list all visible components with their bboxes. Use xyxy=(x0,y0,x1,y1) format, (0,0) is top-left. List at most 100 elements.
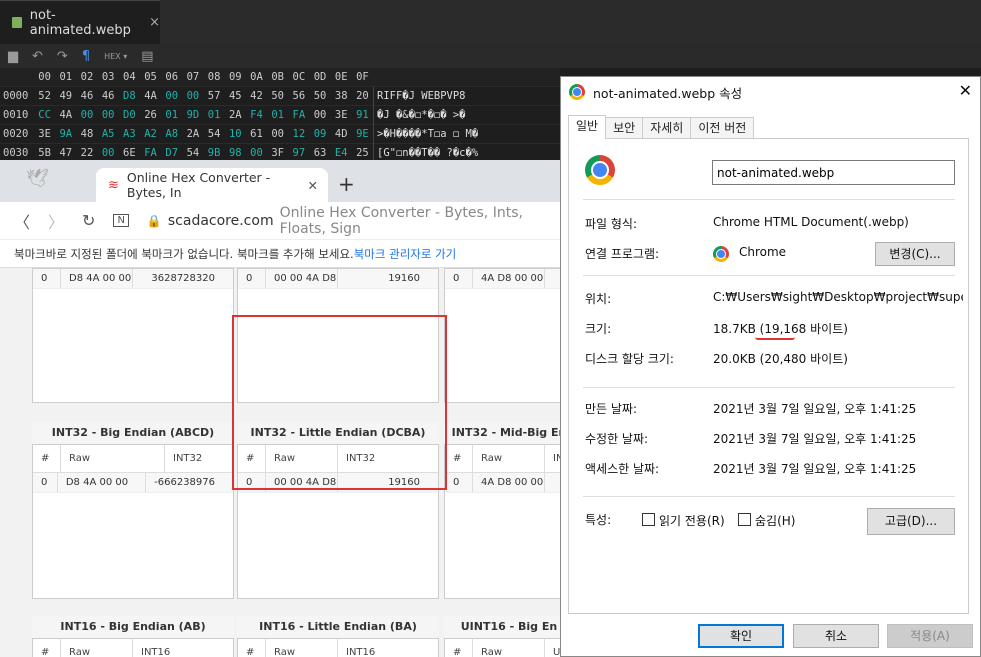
url-field[interactable]: 🔒 scadacore.com Online Hex Converter - B… xyxy=(147,205,560,237)
hex-byte[interactable]: 54 xyxy=(204,128,225,140)
hex-byte[interactable]: 56 xyxy=(288,90,309,102)
hex-byte[interactable]: 42 xyxy=(246,90,267,102)
cancel-button[interactable]: 취소 xyxy=(793,624,879,648)
hex-byte[interactable]: 50 xyxy=(309,90,330,102)
hex-byte[interactable]: 3E xyxy=(331,109,352,121)
hex-byte[interactable]: 5B xyxy=(34,147,55,159)
advanced-button[interactable]: 고급(D)... xyxy=(867,508,955,535)
hex-byte[interactable]: 12 xyxy=(288,128,309,140)
hex-row[interactable]: 0000 52 49 46 46 D8 4A 00 00 57 45 42 50 56 50 38 20 RIFF… xyxy=(0,86,560,106)
hex-byte[interactable]: 46 xyxy=(76,90,97,102)
ok-button[interactable]: 확인 xyxy=(698,624,784,648)
hex-byte[interactable]: 10 xyxy=(225,128,246,140)
hex-byte[interactable]: 01 xyxy=(161,109,182,121)
hex-byte[interactable]: 01 xyxy=(267,109,288,121)
hex-byte[interactable]: A8 xyxy=(161,128,182,140)
hex-byte[interactable]: A2 xyxy=(140,128,161,140)
hex-byte[interactable]: 91 xyxy=(352,109,373,121)
hidden-label[interactable]: 숨김(H) xyxy=(755,512,795,529)
hex-grid[interactable]: 00 01 02 03 04 05 06 07 08 09 0A 0B 0C 0D 0E 0F 0000 52 4… xyxy=(0,68,560,163)
tab-security[interactable]: 보안 xyxy=(605,117,644,139)
hex-byte[interactable]: 25 xyxy=(352,147,373,159)
save-icon[interactable]: ▆ xyxy=(8,49,18,64)
hex-byte[interactable]: D8 xyxy=(119,90,140,102)
hex-byte[interactable]: 6E xyxy=(119,147,140,159)
dialog-close-icon[interactable]: ✕ xyxy=(959,81,972,100)
hex-byte[interactable]: 00 xyxy=(267,128,288,140)
hex-byte[interactable]: 52 xyxy=(34,90,55,102)
editor-tab-close-icon[interactable]: × xyxy=(149,15,160,30)
hex-byte[interactable]: 01 xyxy=(204,109,225,121)
hex-byte[interactable]: 4A xyxy=(140,90,161,102)
hex-byte[interactable]: 98 xyxy=(225,147,246,159)
hex-byte[interactable]: 50 xyxy=(267,90,288,102)
hex-mode-dropdown[interactable]: HEX ▾ xyxy=(104,52,127,61)
notion-extension-icon[interactable]: N xyxy=(113,214,129,227)
new-tab-button[interactable]: + xyxy=(338,172,355,196)
hex-byte[interactable]: CC xyxy=(34,109,55,121)
hex-byte[interactable]: 4A xyxy=(55,109,76,121)
hex-byte[interactable]: 9D xyxy=(182,109,203,121)
redo-icon[interactable]: ↷ xyxy=(57,49,68,64)
hex-byte[interactable]: 54 xyxy=(182,147,203,159)
editor-tab[interactable]: not-animated.webp × xyxy=(0,0,160,44)
hex-byte[interactable]: 22 xyxy=(76,147,97,159)
hex-byte[interactable]: 9E xyxy=(352,128,373,140)
hex-byte[interactable]: FA xyxy=(140,147,161,159)
hex-byte[interactable]: 00 xyxy=(182,90,203,102)
hex-byte[interactable]: 3E xyxy=(34,128,55,140)
pilcrow-icon[interactable]: ¶ xyxy=(82,49,90,64)
hex-byte[interactable]: 00 xyxy=(98,109,119,121)
bookmark-manager-link[interactable]: 북마크 관리자로 가기 xyxy=(354,246,457,262)
undo-icon[interactable]: ↶ xyxy=(32,49,43,64)
hex-byte[interactable]: 00 xyxy=(246,147,267,159)
hex-byte[interactable]: E4 xyxy=(331,147,352,159)
hex-row[interactable]: 0020 3E 9A 48 A5 A3 A2 A8 2A 54 10 61 00 12 09 4D 9E >�H�… xyxy=(0,124,560,144)
hex-byte[interactable]: 09 xyxy=(309,128,330,140)
hidden-checkbox[interactable] xyxy=(738,513,751,526)
twitter-icon[interactable]: 🕊 xyxy=(26,168,49,189)
hex-byte[interactable]: A3 xyxy=(119,128,140,140)
columns-icon[interactable]: ▤ xyxy=(141,49,153,64)
hex-byte[interactable]: 47 xyxy=(55,147,76,159)
hex-byte[interactable]: 9B xyxy=(204,147,225,159)
change-button[interactable]: 변경(C)... xyxy=(875,242,955,266)
hex-byte[interactable]: 00 xyxy=(161,90,182,102)
hex-byte[interactable]: 45 xyxy=(225,90,246,102)
hex-byte[interactable]: 3F xyxy=(267,147,288,159)
hex-byte[interactable]: 00 xyxy=(309,109,330,121)
hex-byte[interactable]: D7 xyxy=(161,147,182,159)
hex-byte[interactable]: 2A xyxy=(182,128,203,140)
hex-byte[interactable]: D0 xyxy=(119,109,140,121)
browser-tab-close-icon[interactable]: ✕ xyxy=(308,178,318,193)
tab-general[interactable]: 일반 xyxy=(568,115,607,139)
hex-byte[interactable]: 2A xyxy=(225,109,246,121)
hex-byte[interactable]: 26 xyxy=(140,109,161,121)
hex-byte[interactable]: A5 xyxy=(98,128,119,140)
hex-byte[interactable]: 20 xyxy=(352,90,373,102)
hex-byte[interactable]: 38 xyxy=(331,90,352,102)
hex-byte[interactable]: 49 xyxy=(55,90,76,102)
browser-tab[interactable]: ≋ Online Hex Converter - Bytes, In ✕ xyxy=(96,168,328,202)
forward-icon[interactable]: 〉 xyxy=(48,209,64,233)
hex-byte[interactable]: F4 xyxy=(246,109,267,121)
tab-details[interactable]: 자세히 xyxy=(642,117,692,139)
reload-icon[interactable]: ↻ xyxy=(82,211,95,230)
hex-byte[interactable]: 46 xyxy=(98,90,119,102)
apply-button[interactable]: 적용(A) xyxy=(887,624,973,648)
hex-byte[interactable]: 00 xyxy=(76,109,97,121)
hex-byte[interactable]: 97 xyxy=(288,147,309,159)
hex-byte[interactable]: 57 xyxy=(204,90,225,102)
hex-byte[interactable]: FA xyxy=(288,109,309,121)
hex-byte[interactable]: 63 xyxy=(309,147,330,159)
hex-byte[interactable]: 48 xyxy=(76,128,97,140)
hex-byte[interactable]: 61 xyxy=(246,128,267,140)
hex-byte[interactable]: 4D xyxy=(331,128,352,140)
readonly-label[interactable]: 읽기 전용(R) xyxy=(659,512,725,529)
hex-byte[interactable]: 00 xyxy=(98,147,119,159)
back-icon[interactable]: 〈 xyxy=(14,209,30,233)
filename-input[interactable] xyxy=(712,160,955,185)
tab-previous-versions[interactable]: 이전 버전 xyxy=(690,117,755,139)
hex-byte[interactable]: 9A xyxy=(55,128,76,140)
hex-row[interactable]: 0010 CC 4A 00 00 D0 26 01 9D 01 2A F4 01 FA 00 3E 91 �J �… xyxy=(0,105,560,125)
